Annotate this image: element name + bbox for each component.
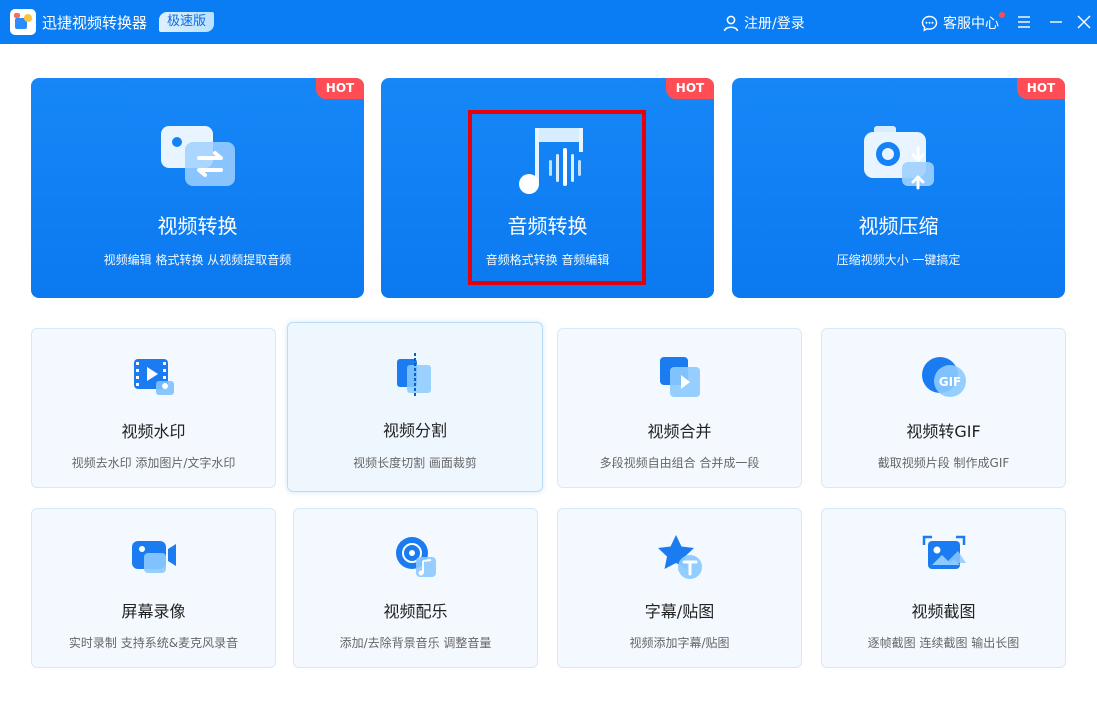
- user-icon: [723, 15, 739, 32]
- login-label: 注册/登录: [744, 16, 805, 32]
- card-desc: 压缩视频大小 一键搞定: [836, 253, 961, 267]
- screenshot-icon: [922, 535, 966, 569]
- hot-badge: HOT: [1017, 78, 1065, 99]
- card-title: 视频合并: [647, 422, 712, 441]
- screen-record-card[interactable]: 屏幕录像 实时录制 支持系统&麦克风录音: [31, 508, 276, 668]
- video-convert-icon: [161, 126, 235, 186]
- notification-dot: [999, 12, 1005, 18]
- customer-service-button[interactable]: 客服中心: [921, 13, 999, 33]
- menu-icon[interactable]: [1015, 12, 1033, 32]
- card-title: 屏幕录像: [121, 602, 186, 621]
- music-disc-icon: [395, 537, 436, 577]
- compress-camera-icon: [864, 126, 934, 190]
- title-bar: 迅捷视频转换器 极速版 注册/登录 客服中心: [0, 0, 1097, 44]
- merge-icon: [659, 357, 700, 397]
- card-desc: 实时录制 支持系统&麦克风录音: [68, 636, 239, 650]
- edition-badge: 极速版: [159, 12, 215, 32]
- app-logo-icon: [10, 9, 36, 35]
- screen-record-icon: [131, 541, 176, 573]
- watermark-icon: [133, 359, 174, 395]
- card-desc: 多段视频自由组合 合并成一段: [599, 456, 760, 470]
- card-title: 视频配乐: [383, 602, 448, 621]
- login-button[interactable]: 注册/登录: [722, 13, 805, 33]
- star-sticker-icon: [657, 535, 702, 579]
- card-desc: 逐帧截图 连续截图 输出长图: [867, 636, 1020, 650]
- video-to-gif-card[interactable]: GIF 视频转GIF 截取视频片段 制作成GIF: [821, 328, 1066, 488]
- close-icon[interactable]: [1075, 12, 1093, 32]
- video-split-card[interactable]: 视频分割 视频长度切割 画面裁剪: [287, 322, 543, 492]
- card-title: 视频分割: [382, 421, 447, 440]
- video-merge-card[interactable]: 视频合并 多段视频自由组合 合并成一段: [557, 328, 802, 488]
- minimize-icon[interactable]: [1047, 12, 1065, 32]
- card-desc: 截取视频片段 制作成GIF: [877, 456, 1010, 470]
- split-icon: [397, 353, 431, 397]
- highlight-box: [468, 110, 646, 285]
- card-title: 视频转换: [157, 214, 238, 238]
- video-screenshot-card[interactable]: 视频截图 逐帧截图 连续截图 输出长图: [821, 508, 1066, 668]
- card-desc: 添加/去除背景音乐 调整音量: [339, 636, 492, 650]
- video-convert-card[interactable]: HOT 视频转换 视频编辑 格式转换 从视频提取音频: [31, 78, 364, 298]
- app-title: 迅捷视频转换器: [42, 14, 148, 32]
- card-title: 视频水印: [121, 422, 186, 441]
- hot-badge: HOT: [316, 78, 364, 99]
- video-watermark-card[interactable]: 视频水印 视频去水印 添加图片/文字水印: [31, 328, 276, 488]
- video-compress-card[interactable]: HOT 视频压缩 压缩视频大小 一键搞定: [732, 78, 1065, 298]
- card-title: 视频压缩: [858, 214, 939, 238]
- chat-icon: [921, 15, 938, 32]
- card-title: 视频截图: [911, 602, 976, 621]
- card-desc: 视频长度切割 画面裁剪: [353, 456, 477, 470]
- video-music-card[interactable]: 视频配乐 添加/去除背景音乐 调整音量: [293, 508, 538, 668]
- subtitle-sticker-card[interactable]: 字幕/贴图 视频添加字幕/贴图: [557, 508, 802, 668]
- card-desc: 视频去水印 添加图片/文字水印: [71, 456, 236, 470]
- gif-icon: GIF: [921, 357, 966, 397]
- hot-badge: HOT: [666, 78, 714, 99]
- gif-icon-label: GIF: [938, 375, 961, 389]
- customer-service-label: 客服中心: [943, 16, 999, 32]
- card-desc: 视频编辑 格式转换 从视频提取音频: [103, 253, 292, 267]
- card-desc: 视频添加字幕/贴图: [629, 636, 730, 650]
- card-title: 视频转GIF: [906, 422, 981, 441]
- card-title: 字幕/贴图: [644, 602, 715, 621]
